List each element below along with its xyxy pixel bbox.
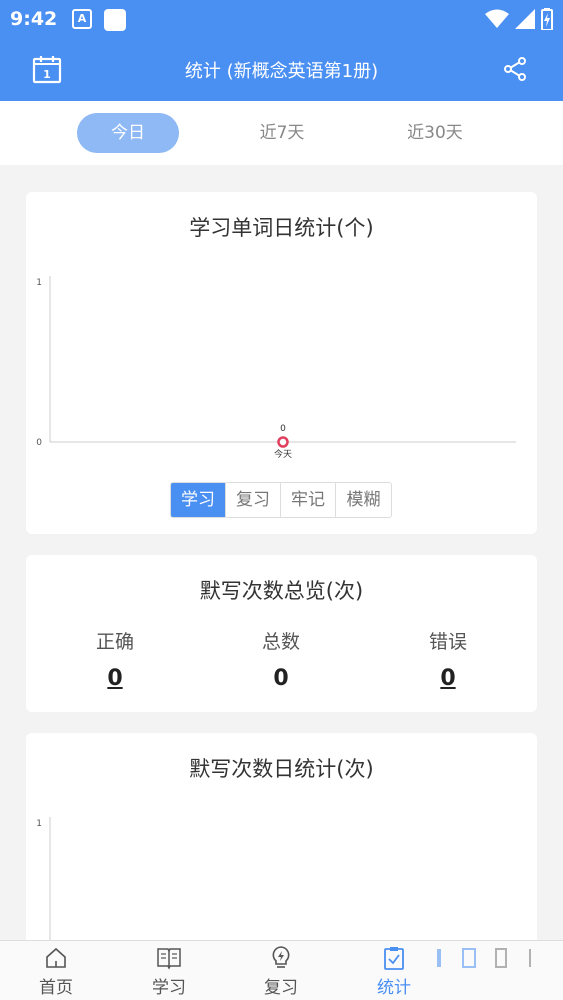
a-notification-icon: A <box>72 9 92 29</box>
y-tick-label: 0 <box>36 438 42 448</box>
page-title: 统计 (新概念英语第1册) <box>184 61 379 82</box>
tab-today[interactable]: 今日 <box>77 113 179 153</box>
status-bar: 9:42 A <box>0 0 563 38</box>
thin-bar-icon <box>529 949 531 967</box>
nav-review-label: 复习 <box>264 978 298 998</box>
nav-overflow-icons <box>432 947 536 977</box>
segment-remembered[interactable]: 牢记 <box>281 483 336 517</box>
bar-icon <box>437 949 441 967</box>
dictation-summary-title: 默写次数总览(次) <box>199 579 364 603</box>
tab-7-days[interactable]: 近7天 <box>231 113 333 153</box>
nav-home[interactable]: 首页 <box>11 945 101 998</box>
word-stats-card: 学习单词日统计(个) 1 0 0 今天 学习 复习 牢记 模糊 <box>26 192 537 534</box>
clipboard-check-icon <box>384 947 404 970</box>
range-tabs: 今日 近7天 近30天 <box>0 101 563 165</box>
segment-learn[interactable]: 学习 <box>171 483 226 517</box>
status-time: 9:42 <box>10 8 58 30</box>
dictation-daily-card: 默写次数日统计(次) 1 <box>26 733 537 953</box>
data-label: 0 <box>280 424 286 434</box>
status-notification-icons: A <box>72 9 126 31</box>
summary-wrong: 错误 0 <box>378 627 518 691</box>
share-icon[interactable] <box>498 52 532 86</box>
x-tick-label: 今天 <box>274 448 292 460</box>
summary-correct-label: 正确 <box>95 631 134 653</box>
summary-total: 总数 0 <box>211 627 351 691</box>
summary-wrong-value[interactable]: 0 <box>378 666 518 691</box>
nav-stats-label: 统计 <box>377 978 411 998</box>
data-point <box>277 436 289 448</box>
nav-study[interactable]: 学习 <box>124 945 214 998</box>
nav-study-label: 学习 <box>152 978 186 998</box>
share-icon-graphic <box>504 57 526 81</box>
nav-home-label: 首页 <box>39 978 73 998</box>
dictation-daily-title: 默写次数日统计(次) <box>189 757 374 781</box>
word-stats-chart: 1 0 0 今天 <box>36 276 516 460</box>
summary-correct: 正确 0 <box>45 627 185 691</box>
summary-total-label: 总数 <box>261 631 300 653</box>
dictation-summary-card: 默写次数总览(次) 正确 0 总数 0 错误 0 <box>26 555 537 712</box>
tab-30-days[interactable]: 近30天 <box>384 113 486 153</box>
app-bar: 1 统计 (新概念英语第1册) <box>0 38 563 101</box>
tablet-icon <box>462 948 476 968</box>
book-icon <box>157 948 181 970</box>
wifi-icon <box>485 9 509 28</box>
app-notification-icon <box>104 9 126 31</box>
summary-wrong-label: 错误 <box>428 631 467 653</box>
nav-review[interactable]: 复习 <box>236 945 326 998</box>
dictation-daily-chart: 1 <box>36 817 51 953</box>
battery-icon <box>541 8 553 30</box>
y-tick-label: 1 <box>36 819 42 829</box>
bottom-nav: 首页 学习 复习 统计 <box>0 940 563 1000</box>
y-tick-label: 1 <box>36 278 42 288</box>
home-icon <box>46 947 66 968</box>
nav-stats[interactable]: 统计 <box>349 945 439 998</box>
summary-correct-value[interactable]: 0 <box>45 666 185 691</box>
status-system-icons <box>485 8 553 30</box>
segment-review[interactable]: 复习 <box>226 483 281 517</box>
lightbulb-icon <box>272 946 290 968</box>
column-icon <box>495 948 507 968</box>
word-stats-segment-control: 学习 复习 牢记 模糊 <box>170 482 392 518</box>
summary-total-value: 0 <box>273 666 289 691</box>
word-stats-title: 学习单词日统计(个) <box>189 216 374 240</box>
segment-fuzzy[interactable]: 模糊 <box>336 483 391 517</box>
signal-icon <box>515 9 535 29</box>
